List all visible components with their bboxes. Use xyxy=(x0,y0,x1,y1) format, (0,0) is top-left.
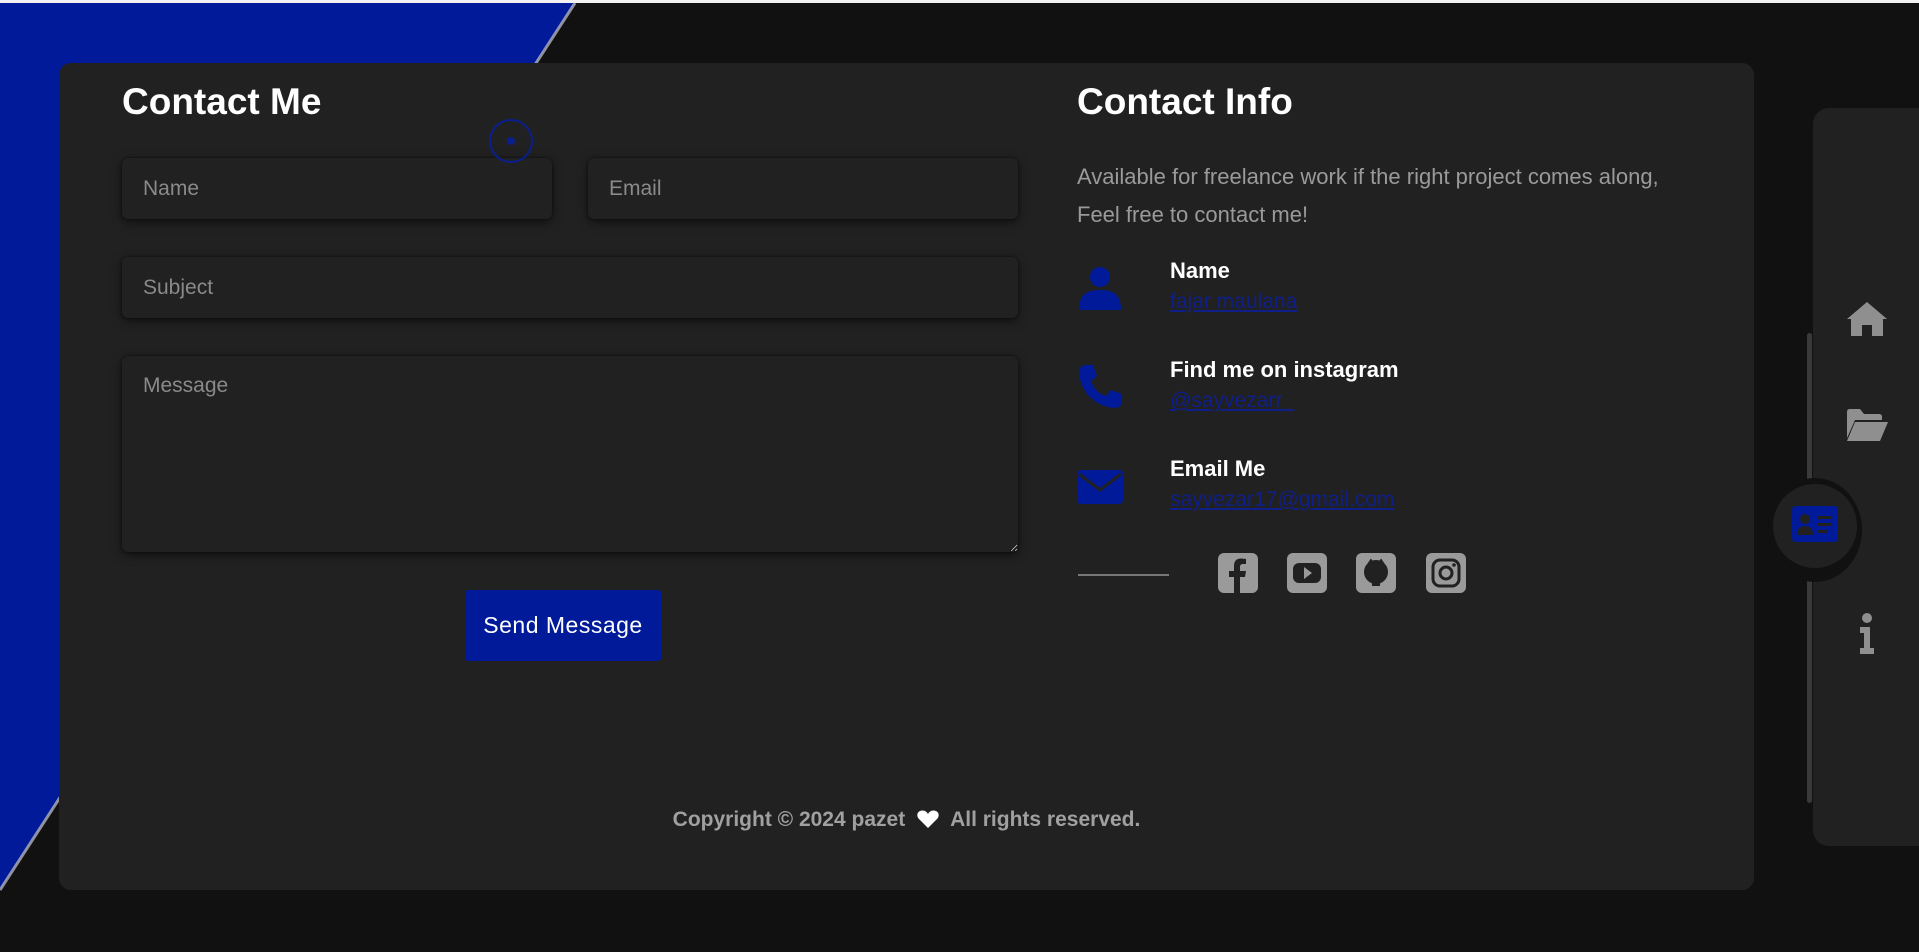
send-message-button[interactable]: Send Message xyxy=(465,590,661,661)
contact-card-icon xyxy=(1792,505,1838,547)
info-item-name: Name fajar maulana xyxy=(1077,258,1727,338)
message-textarea[interactable] xyxy=(122,356,1018,552)
github-icon[interactable] xyxy=(1355,552,1397,594)
phone-icon xyxy=(1077,363,1123,409)
home-icon[interactable] xyxy=(1845,297,1889,341)
facebook-icon[interactable] xyxy=(1217,552,1259,594)
info-item-value-link[interactable]: sayvezar17@gmail.com xyxy=(1170,488,1394,512)
subject-input[interactable] xyxy=(122,257,1018,318)
cursor-dot xyxy=(507,137,515,145)
info-item-label: Find me on instagram xyxy=(1170,357,1399,382)
contact-section: Contact Me Send Message Contact Info Ava… xyxy=(59,63,1812,890)
envelope-icon xyxy=(1077,462,1123,508)
info-item-instagram: Find me on instagram @sayvezarr_ xyxy=(1077,357,1727,437)
info-item-label: Name xyxy=(1170,258,1230,283)
heart-icon xyxy=(917,809,939,835)
email-input[interactable] xyxy=(588,158,1018,219)
folder-icon[interactable] xyxy=(1845,403,1889,447)
nav-item-contact[interactable] xyxy=(1773,484,1857,568)
info-item-email: Email Me sayvezar17@gmail.com xyxy=(1077,456,1727,536)
info-icon[interactable] xyxy=(1845,612,1889,656)
contact-info-title: Contact Info xyxy=(1077,81,1293,122)
instagram-icon[interactable] xyxy=(1425,552,1467,594)
info-item-label: Email Me xyxy=(1170,456,1266,481)
info-item-value-link[interactable]: fajar maulana xyxy=(1170,290,1297,314)
user-icon xyxy=(1077,264,1123,310)
rights-text: All rights reserved. xyxy=(950,808,1141,831)
contact-info-description: Available for freelance work if the righ… xyxy=(1077,164,1659,227)
social-divider xyxy=(1078,574,1169,576)
copyright-text: Copyright © 2024 pazet xyxy=(672,808,906,831)
name-input[interactable] xyxy=(122,158,552,219)
info-item-value-link[interactable]: @sayvezarr_ xyxy=(1170,389,1294,413)
side-nav xyxy=(1813,108,1919,846)
footer: Copyright © 2024 pazet All rights reserv… xyxy=(59,808,1754,835)
contact-form-title: Contact Me xyxy=(122,81,322,122)
youtube-icon[interactable] xyxy=(1286,552,1328,594)
